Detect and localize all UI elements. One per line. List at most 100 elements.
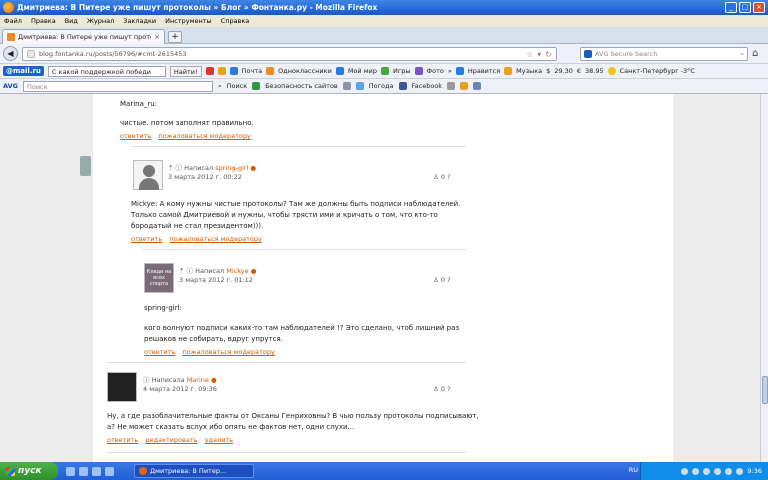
tab-close-icon[interactable]: ×	[154, 33, 160, 41]
avg-search-magnifier-icon[interactable]: ⌕	[218, 82, 222, 91]
menu-history[interactable]: Журнал	[87, 17, 114, 25]
taskbar-window-title: Дмитриева: В Питер...	[150, 467, 227, 475]
mailru-weather[interactable]: Санкт-Петербург -3°C	[620, 67, 695, 75]
toolbar-mail[interactable]: Почта	[242, 67, 262, 75]
avatar[interactable]	[133, 160, 163, 190]
media-icon[interactable]	[105, 466, 114, 476]
site-identity-icon[interactable]	[27, 50, 35, 58]
start-button[interactable]: пуск	[0, 462, 58, 480]
maximize-button[interactable]: □	[739, 2, 751, 13]
chat-icon[interactable]	[229, 67, 238, 75]
report-link[interactable]: пожаловаться модератору	[182, 348, 274, 356]
reply-link[interactable]: ответить	[144, 348, 175, 356]
vote-person-icon[interactable]: ♙	[433, 385, 439, 393]
avg-weather[interactable]: Погода	[369, 82, 394, 90]
language-indicator[interactable]: RU	[629, 466, 638, 474]
report-link[interactable]: пожаловаться модератору	[158, 132, 250, 140]
new-tab-button[interactable]: +	[168, 31, 182, 43]
dropdown-arrow-icon[interactable]: ▾	[537, 50, 541, 59]
vote-question-icon[interactable]: ?	[447, 276, 450, 284]
tray-icon[interactable]	[714, 467, 722, 475]
info-icon[interactable]: ⓘ	[176, 164, 183, 172]
url-bar[interactable]: blog.fontanka.ru/posts/56796/#cmt-261545…	[22, 47, 557, 61]
notes-icon[interactable]	[460, 82, 469, 90]
author-name[interactable]: spring-girl	[215, 164, 248, 172]
author-name[interactable]: Marine	[187, 376, 209, 384]
search-box[interactable]: AVG Secure Search ⌕	[580, 47, 748, 61]
mailru-search-input[interactable]: С какой поддержкой победи	[47, 65, 166, 77]
scrollbar-thumb[interactable]	[762, 376, 768, 404]
avatar[interactable]	[107, 372, 137, 402]
pencil-icon[interactable]	[217, 67, 226, 75]
share-widget[interactable]	[80, 156, 91, 176]
edit-link[interactable]: редактировать	[145, 436, 197, 444]
menu-tools[interactable]: Инструменты	[165, 17, 212, 25]
toolbar-odnoklassniki[interactable]: Одноклассники	[278, 67, 332, 75]
volume-icon[interactable]	[736, 467, 744, 475]
menu-file[interactable]: Файл	[4, 17, 22, 25]
toolbar-games[interactable]: Игры	[393, 67, 411, 75]
tab-strip: Дмитриева: В Питере уже пишут протоко...…	[0, 27, 768, 44]
zoom-icon[interactable]	[473, 82, 482, 90]
search-magnifier-icon[interactable]: ⌕	[740, 50, 744, 59]
info-icon[interactable]: ⓘ	[187, 267, 194, 275]
tray-icon[interactable]	[692, 467, 700, 475]
minimize-button[interactable]: _	[725, 2, 737, 13]
toolbar-music[interactable]: Музыка	[516, 67, 542, 75]
close-button[interactable]: ×	[753, 2, 765, 13]
vote-count: 0	[440, 385, 446, 393]
menu-edit[interactable]: Правка	[31, 17, 56, 25]
avg-search-button[interactable]: Поиск	[227, 82, 248, 90]
vote-question-icon[interactable]: ?	[447, 173, 450, 181]
toolbar-photo[interactable]: Фото	[427, 67, 444, 75]
vote-person-icon[interactable]: ♙	[433, 276, 439, 284]
report-link[interactable]: пожаловаться модератору	[169, 235, 261, 243]
bookmark-star-icon[interactable]: ☆	[526, 50, 533, 59]
reply-link[interactable]: ответить	[131, 235, 162, 243]
like-icon	[455, 67, 464, 75]
delete-link[interactable]: удалить	[205, 436, 233, 444]
menu-bookmarks[interactable]: Закладки	[123, 17, 156, 25]
comment-line: Только самой Дмитриевой и нужны, чтобы т…	[131, 211, 438, 219]
menu-help[interactable]: Справка	[221, 17, 250, 25]
author-name[interactable]: Mickye	[226, 267, 248, 275]
toolbar-more-chevron[interactable]: »	[448, 67, 452, 75]
browser-icon[interactable]	[66, 466, 75, 476]
calculator-icon[interactable]	[447, 82, 456, 90]
alert-icon[interactable]	[205, 67, 214, 75]
avg-site-safety[interactable]: Безопасность сайтов	[265, 82, 338, 90]
avg-logo[interactable]: AVG	[3, 82, 18, 90]
tab-active[interactable]: Дмитриева: В Питере уже пишут протоко...…	[2, 29, 165, 44]
tray-icon[interactable]	[725, 467, 733, 475]
avg-toolbar: AVG Поиск ⌕ Поиск Безопасность сайтов По…	[0, 79, 768, 94]
vote-question-icon[interactable]: ?	[447, 385, 450, 393]
reload-icon[interactable]: ↻	[545, 50, 552, 59]
reply-link[interactable]: ответить	[107, 436, 138, 444]
back-arrow-icon[interactable]: ◀	[3, 46, 18, 61]
tray-icon[interactable]	[703, 467, 711, 475]
vertical-scrollbar[interactable]	[760, 94, 768, 462]
comment-text: чистые. потом заполнят правильно.	[120, 119, 254, 127]
info-icon[interactable]: ⓘ	[143, 376, 150, 384]
clock[interactable]: 9:36	[747, 467, 762, 475]
toolbar-my-world[interactable]: Мой мир	[348, 67, 377, 75]
tray-icon[interactable]	[681, 467, 689, 475]
reply-icon[interactable]: ⇡	[168, 164, 173, 172]
avatar[interactable]: Клади на всех спорта	[144, 263, 174, 293]
mailru-find-button[interactable]: Найти!	[169, 65, 202, 77]
avg-facebook[interactable]: Facebook	[412, 82, 443, 90]
vote-person-icon[interactable]: ♙	[433, 173, 439, 181]
home-icon[interactable]: ⌂	[752, 48, 758, 59]
divider	[143, 249, 466, 250]
reply-icon[interactable]: ⇡	[179, 267, 184, 275]
mail-icon[interactable]	[92, 466, 101, 476]
desktop-icon[interactable]	[79, 466, 88, 476]
taskbar-firefox-window[interactable]: Дмитриева: В Питер...	[134, 464, 254, 478]
reply-link[interactable]: ответить	[120, 132, 151, 140]
mailru-logo[interactable]: @mail.ru	[3, 66, 44, 76]
menu-view[interactable]: Вид	[65, 17, 78, 25]
toolbar-likes[interactable]: Нравится	[468, 67, 500, 75]
window-titlebar: Дмитриева: В Питере уже пишут протоколы …	[0, 0, 768, 15]
avg-search-input[interactable]: Поиск	[22, 80, 213, 92]
settings-icon[interactable]	[342, 82, 351, 90]
